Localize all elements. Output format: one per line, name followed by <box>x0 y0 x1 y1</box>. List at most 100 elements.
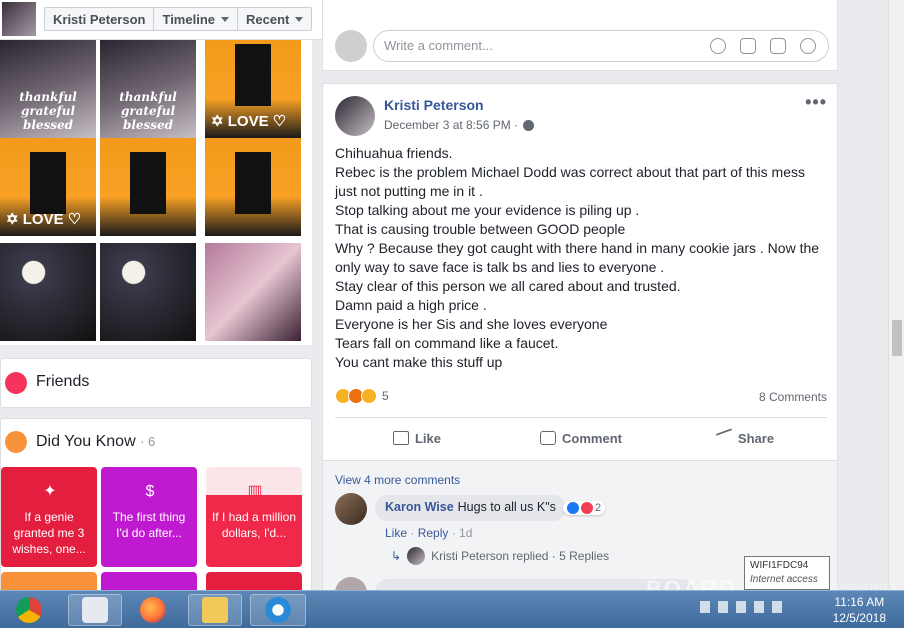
view-more-comments-link[interactable]: View 4 more comments <box>335 473 460 487</box>
previous-post-comment-area: Write a comment... <box>322 0 838 71</box>
commenter-avatar[interactable] <box>335 493 367 525</box>
photo-thumbnail[interactable] <box>205 138 301 236</box>
comment-input-icons <box>710 38 816 54</box>
share-label: Share <box>737 430 775 446</box>
replier-avatar <box>407 547 426 565</box>
ie-taskbar-button[interactable] <box>250 594 306 626</box>
wow-reaction-icon <box>361 388 377 404</box>
did-you-know-tile-partial[interactable] <box>206 572 302 592</box>
comment-reply-link[interactable]: Reply <box>418 526 449 540</box>
money-bag-icon: $ <box>145 483 155 500</box>
clock-date: 12/5/2018 <box>832 611 886 625</box>
comment-button[interactable]: Comment <box>499 420 663 456</box>
comment-author[interactable]: Karon Wise <box>385 500 454 514</box>
emoji-icon[interactable] <box>710 38 726 54</box>
reactions-summary[interactable]: 5 <box>335 388 389 404</box>
timeline-label: Timeline <box>162 11 215 27</box>
did-you-know-icon <box>5 431 27 453</box>
photos-grid: thankful grateful blessed thankful grate… <box>0 40 312 345</box>
genie-icon: ✦ <box>43 483 57 500</box>
divider <box>335 417 827 418</box>
photo-thumbnail[interactable]: ✡ LOVE ♡ <box>205 40 301 138</box>
scrollbar-thumb[interactable] <box>892 320 902 356</box>
profile-nav: Kristi Peterson Timeline Recent <box>44 7 313 31</box>
post-line: Damn paid a high price . <box>335 297 487 313</box>
snipping-tool-icon <box>82 597 108 623</box>
friends-card[interactable]: Friends <box>0 358 312 408</box>
photo-thumbnail[interactable] <box>100 243 196 341</box>
thumbs-up-icon <box>392 431 409 445</box>
comment-age: 1d <box>459 526 473 540</box>
tile-text: The first thing I'd do after... <box>112 510 186 540</box>
did-you-know-tile-partial[interactable] <box>101 572 197 592</box>
internet-explorer-icon <box>265 597 291 623</box>
chrome-taskbar-button[interactable] <box>4 594 54 626</box>
page-scrollbar[interactable] <box>888 0 904 590</box>
wifi-tooltip: WIFI1FDC94 Internet access <box>744 556 830 590</box>
gif-icon[interactable] <box>770 38 786 54</box>
photo-love-text: ✡ LOVE ♡ <box>6 211 82 228</box>
comment-bubble: Karon Wise Hugs to all us K"s <box>375 495 566 521</box>
profile-avatar[interactable] <box>2 2 36 36</box>
friends-icon <box>5 372 27 394</box>
did-you-know-tile[interactable]: $ The first thing I'd do after... <box>101 467 197 567</box>
post-timestamp[interactable]: December 3 at 8:56 PM · <box>384 118 518 132</box>
post-line: That is causing trouble between GOOD peo… <box>335 221 626 237</box>
did-you-know-tile[interactable]: ▥ If I had a million dollars, I'd... <box>206 467 302 567</box>
timeline-dropdown[interactable]: Timeline <box>154 8 238 30</box>
comment-reactions[interactable]: 2 <box>563 501 606 515</box>
profile-name-button[interactable]: Kristi Peterson <box>45 8 155 30</box>
paint-taskbar-button[interactable] <box>68 594 122 626</box>
chevron-down-icon <box>295 16 304 22</box>
firefox-taskbar-button[interactable] <box>128 594 178 626</box>
battery-icon[interactable] <box>736 601 746 613</box>
camera-icon[interactable] <box>740 38 756 54</box>
tray-arrow-icon[interactable] <box>700 601 710 613</box>
explorer-taskbar-button[interactable] <box>188 594 242 626</box>
speech-bubble-icon <box>540 431 557 445</box>
wifi-network-name: WIFI1FDC94 <box>750 560 809 571</box>
post-line: You cant make this stuff up <box>335 354 503 370</box>
tile-text: If a genie granted me 3 wishes, one... <box>12 510 86 556</box>
replies-link[interactable]: ↳ Kristi Peterson replied · 5 Replies <box>391 547 609 565</box>
flag-icon[interactable] <box>718 601 728 613</box>
post-meta: December 3 at 8:56 PM · <box>384 118 535 132</box>
volume-icon[interactable] <box>772 601 782 613</box>
reaction-count: 5 <box>382 389 389 403</box>
replies-summary: Kristi Peterson replied · 5 Replies <box>431 549 610 563</box>
photo-thumbnail[interactable] <box>100 138 196 236</box>
recent-dropdown[interactable]: Recent <box>238 8 311 30</box>
post-line: Rebec is the problem Michael Dodd was co… <box>335 164 805 199</box>
windows-taskbar: 11:16 AM 12/5/2018 <box>0 590 904 628</box>
comment-placeholder: Write a comment... <box>384 38 493 53</box>
photo-thumbnail[interactable]: thankful grateful blessed <box>100 40 196 138</box>
like-reaction-icon <box>567 502 579 514</box>
like-button[interactable]: Like <box>335 420 499 456</box>
like-label: Like <box>414 430 441 446</box>
photo-love-text: ✡ LOVE ♡ <box>211 113 287 130</box>
comment-like-link[interactable]: Like <box>385 526 407 540</box>
photo-figure <box>30 152 66 214</box>
more-options-icon[interactable]: ••• <box>805 92 827 113</box>
photo-thumbnail[interactable] <box>205 243 301 341</box>
recent-label: Recent <box>246 11 290 27</box>
post-line: Chihuahua friends. <box>335 145 453 161</box>
photo-thumbnail[interactable] <box>0 243 96 341</box>
share-button[interactable]: Share <box>663 420 827 456</box>
did-you-know-tile-partial[interactable] <box>1 572 97 592</box>
chrome-icon <box>16 597 42 623</box>
did-you-know-count: · 6 <box>140 434 156 449</box>
photo-thumbnail[interactable]: ✡ LOVE ♡ <box>0 138 96 236</box>
comment-label: Comment <box>562 430 622 446</box>
comment-count[interactable]: 8 Comments <box>759 390 827 404</box>
comment-input[interactable]: Write a comment... <box>373 30 829 62</box>
sticker-icon[interactable] <box>800 38 816 54</box>
did-you-know-tile[interactable]: ✦ If a genie granted me 3 wishes, one... <box>1 467 97 567</box>
post-author[interactable]: Kristi Peterson <box>384 97 484 113</box>
post-line: Tears fall on command like a faucet. <box>335 335 559 351</box>
author-avatar[interactable] <box>335 96 375 136</box>
system-tray <box>700 601 782 613</box>
photo-thumbnail[interactable]: thankful grateful blessed <box>0 40 96 138</box>
system-clock[interactable]: 11:16 AM 12/5/2018 <box>833 594 886 626</box>
wifi-icon[interactable] <box>754 601 764 613</box>
